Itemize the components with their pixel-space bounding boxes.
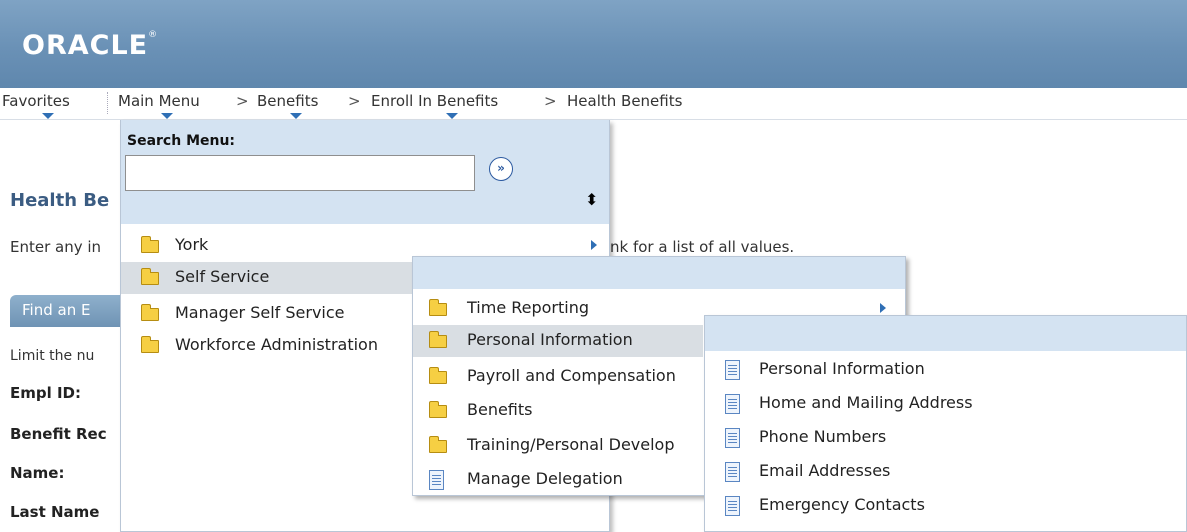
oracle-logo: ORACLE® (22, 30, 159, 61)
chevron-down-icon[interactable] (42, 113, 54, 119)
folder-icon (429, 436, 447, 453)
folder-icon (429, 331, 447, 348)
submenu-item-manage-delegation[interactable]: Manage Delegation (413, 464, 703, 496)
breadcrumb-enroll-in-benefits[interactable]: Enroll In Benefits (371, 92, 498, 110)
folder-icon (141, 336, 159, 353)
document-icon (725, 462, 740, 482)
folder-icon (141, 304, 159, 321)
chevron-down-icon[interactable] (290, 113, 302, 119)
header-banner: ORACLE® (0, 0, 1187, 88)
document-icon (725, 496, 740, 516)
menu-item-self-service[interactable]: Self Service (121, 262, 413, 294)
instruction-text-tail: nk for a list of all values. (610, 238, 795, 256)
sort-icon[interactable]: ⬍ (585, 192, 598, 208)
folder-icon (429, 367, 447, 384)
breadcrumb-separator: > (236, 92, 249, 110)
submenu-item-benefits[interactable]: Benefits (413, 395, 703, 427)
folder-icon (429, 299, 447, 316)
document-icon (429, 470, 444, 490)
field-label-last-name: Last Name (10, 503, 100, 521)
chevron-right-icon (591, 240, 597, 250)
personal-information-submenu: Personal Information Home and Mailing Ad… (704, 315, 1187, 532)
breadcrumb-separator: > (544, 92, 557, 110)
search-go-icon[interactable]: » (489, 157, 513, 181)
submenu-item-emergency-contacts[interactable]: Emergency Contacts (705, 490, 1186, 522)
submenu-item-home-and-mailing-address[interactable]: Home and Mailing Address (705, 388, 1186, 420)
menu-item-workforce-administration[interactable]: Workforce Administration (121, 330, 413, 362)
search-menu-input[interactable] (125, 155, 475, 191)
document-icon (725, 360, 740, 380)
folder-icon (141, 268, 159, 285)
breadcrumb-separator: > (348, 92, 361, 110)
submenu-item-personal-information[interactable]: Personal Information (413, 325, 703, 357)
nav-main-menu[interactable]: Main Menu (118, 92, 200, 110)
submenu-header (705, 316, 1186, 351)
search-menu-label: Search Menu: (127, 133, 236, 149)
page-title: Health Be (10, 190, 110, 211)
field-label-benefit-record: Benefit Rec (10, 425, 107, 443)
field-label-empl-id: Empl ID: (10, 384, 82, 402)
instruction-text: Enter any in (10, 238, 102, 256)
chevron-right-icon (880, 303, 886, 313)
submenu-item-phone-numbers[interactable]: Phone Numbers (705, 422, 1186, 454)
submenu-item-training-personal-development[interactable]: Training/Personal Develop (413, 430, 703, 462)
limit-text: Limit the nu (10, 348, 95, 364)
chevron-down-icon[interactable] (161, 113, 173, 119)
nav-divider (107, 92, 108, 114)
submenu-item-email-addresses[interactable]: Email Addresses (705, 456, 1186, 488)
chevron-down-icon[interactable] (446, 113, 458, 119)
folder-icon (141, 236, 159, 253)
field-label-name: Name: (10, 464, 65, 482)
menu-item-manager-self-service[interactable]: Manager Self Service (121, 298, 413, 330)
document-icon (725, 394, 740, 414)
breadcrumb-benefits[interactable]: Benefits (257, 92, 318, 110)
submenu-item-payroll-and-compensation[interactable]: Payroll and Compensation (413, 361, 703, 393)
submenu-item-personal-information-page[interactable]: Personal Information (705, 354, 1186, 386)
document-icon (725, 428, 740, 448)
folder-icon (429, 401, 447, 418)
navigation-bar: Favorites Main Menu > Benefits > Enroll … (0, 88, 1187, 120)
breadcrumb-health-benefits: Health Benefits (567, 92, 683, 110)
submenu-header (413, 257, 905, 289)
nav-favorites[interactable]: Favorites (2, 92, 70, 110)
menu-search-area: Search Menu: » ⬍ (121, 120, 609, 224)
